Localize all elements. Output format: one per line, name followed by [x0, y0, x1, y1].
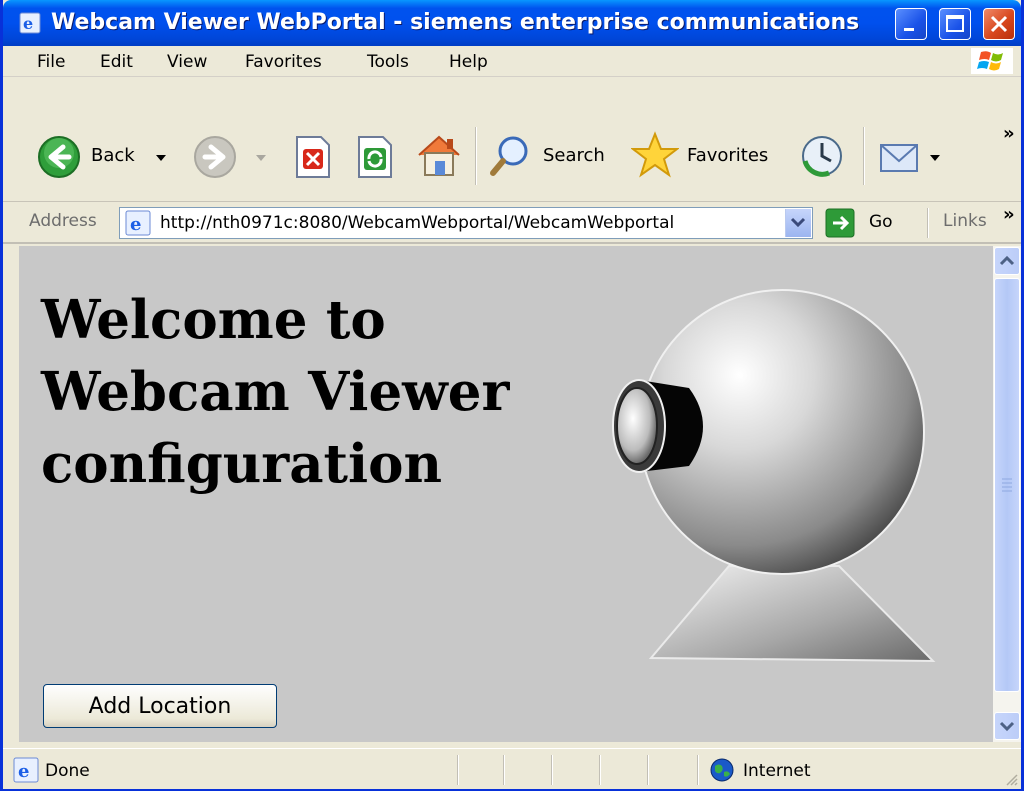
- heading-line-2: Webcam Viewer: [41, 361, 510, 423]
- menu-file[interactable]: File: [37, 52, 65, 72]
- minimize-icon: [904, 28, 914, 31]
- address-bar: Address e http://nth0971c:8080/WebcamWeb…: [3, 202, 1021, 244]
- grip-icon: [1002, 478, 1012, 492]
- chevron-up-icon: [999, 255, 1015, 266]
- back-label: Back: [91, 145, 135, 166]
- chevron-down-icon: [790, 217, 806, 228]
- home-icon[interactable]: [415, 131, 463, 179]
- mail-icon: [880, 144, 918, 172]
- browser-window: e Webcam Viewer WebPortal - siemens ente…: [0, 0, 1024, 791]
- status-text: Done: [45, 761, 90, 781]
- address-separator: [927, 208, 929, 238]
- refresh-icon[interactable]: [355, 135, 395, 179]
- globe-icon: [710, 758, 734, 782]
- vertical-scrollbar[interactable]: [993, 246, 1021, 742]
- menu-help[interactable]: Help: [449, 52, 488, 72]
- status-divider: [599, 755, 601, 785]
- page-done-icon: e: [13, 757, 39, 783]
- favorites-star-icon: [630, 131, 680, 178]
- favorites-button[interactable]: Favorites: [630, 131, 783, 179]
- forward-button[interactable]: [193, 135, 273, 179]
- go-button[interactable]: Go: [825, 208, 895, 238]
- close-icon: [990, 15, 1008, 33]
- scroll-thumb[interactable]: [994, 278, 1020, 692]
- menu-favorites[interactable]: Favorites: [245, 52, 322, 72]
- chevron-down-icon: [999, 721, 1015, 732]
- menu-view[interactable]: View: [167, 52, 207, 72]
- mail-button[interactable]: [877, 135, 947, 179]
- toolbar-separator: [475, 127, 477, 185]
- maximize-icon: [946, 15, 964, 32]
- status-divider: [457, 755, 459, 785]
- stop-icon[interactable]: [293, 135, 333, 179]
- heading-line-1: Welcome to: [41, 289, 386, 351]
- svg-text:e: e: [18, 761, 29, 782]
- address-dropdown[interactable]: [785, 209, 811, 237]
- toolbar-overflow[interactable]: »: [1003, 123, 1015, 144]
- favorites-label: Favorites: [687, 145, 769, 166]
- status-divider: [503, 755, 505, 785]
- forward-dropdown-icon: [256, 155, 266, 161]
- close-button[interactable]: [983, 8, 1015, 40]
- maximize-button[interactable]: [939, 8, 971, 40]
- status-divider: [697, 755, 699, 785]
- window-title: Webcam Viewer WebPortal - siemens enterp…: [51, 10, 860, 35]
- ie-icon: e: [19, 12, 41, 34]
- go-arrow-icon: [825, 208, 855, 238]
- page-icon: e: [125, 210, 151, 236]
- toolbar: Back Search Favorites »: [3, 77, 1021, 202]
- back-dropdown-icon[interactable]: [155, 153, 167, 163]
- status-bar: e Done Internet: [3, 748, 1021, 789]
- title-bar[interactable]: e Webcam Viewer WebPortal - siemens ente…: [3, 0, 1021, 46]
- menu-edit[interactable]: Edit: [100, 52, 133, 72]
- scroll-down-button[interactable]: [994, 712, 1020, 740]
- menu-bar: File Edit View Favorites Tools Help: [3, 46, 1021, 77]
- resize-grip-icon[interactable]: [1005, 773, 1019, 787]
- security-zone: Internet: [743, 761, 811, 781]
- minimize-button[interactable]: [895, 8, 927, 40]
- address-label: Address: [29, 211, 97, 231]
- svg-text:e: e: [130, 214, 141, 235]
- back-arrow-icon: [38, 136, 80, 178]
- go-label: Go: [869, 212, 893, 232]
- page-content: Welcome to Webcam Viewer configuration A…: [19, 246, 993, 742]
- links-label[interactable]: Links: [943, 211, 987, 231]
- status-divider: [647, 755, 649, 785]
- mail-dropdown-icon: [930, 155, 940, 161]
- svg-text:e: e: [23, 14, 33, 33]
- webcam-image: [579, 276, 979, 686]
- search-label: Search: [543, 145, 605, 166]
- windows-logo-icon: [971, 48, 1013, 74]
- back-button[interactable]: Back: [37, 135, 177, 179]
- history-icon[interactable]: [799, 133, 845, 179]
- scroll-up-button[interactable]: [994, 247, 1020, 275]
- address-input[interactable]: e http://nth0971c:8080/WebcamWebportal/W…: [119, 207, 813, 239]
- status-divider: [551, 755, 553, 785]
- search-icon: [490, 136, 528, 176]
- search-button[interactable]: Search: [487, 133, 617, 179]
- heading-line-3: configuration: [41, 433, 443, 495]
- forward-arrow-icon: [194, 136, 236, 178]
- links-overflow[interactable]: »: [1003, 204, 1015, 225]
- toolbar-separator: [863, 127, 865, 185]
- page-heading: Welcome to Webcam Viewer configuration: [41, 284, 541, 500]
- menu-tools[interactable]: Tools: [367, 52, 409, 72]
- address-url: http://nth0971c:8080/WebcamWebportal/Web…: [160, 213, 675, 233]
- add-location-button[interactable]: Add Location: [43, 684, 277, 728]
